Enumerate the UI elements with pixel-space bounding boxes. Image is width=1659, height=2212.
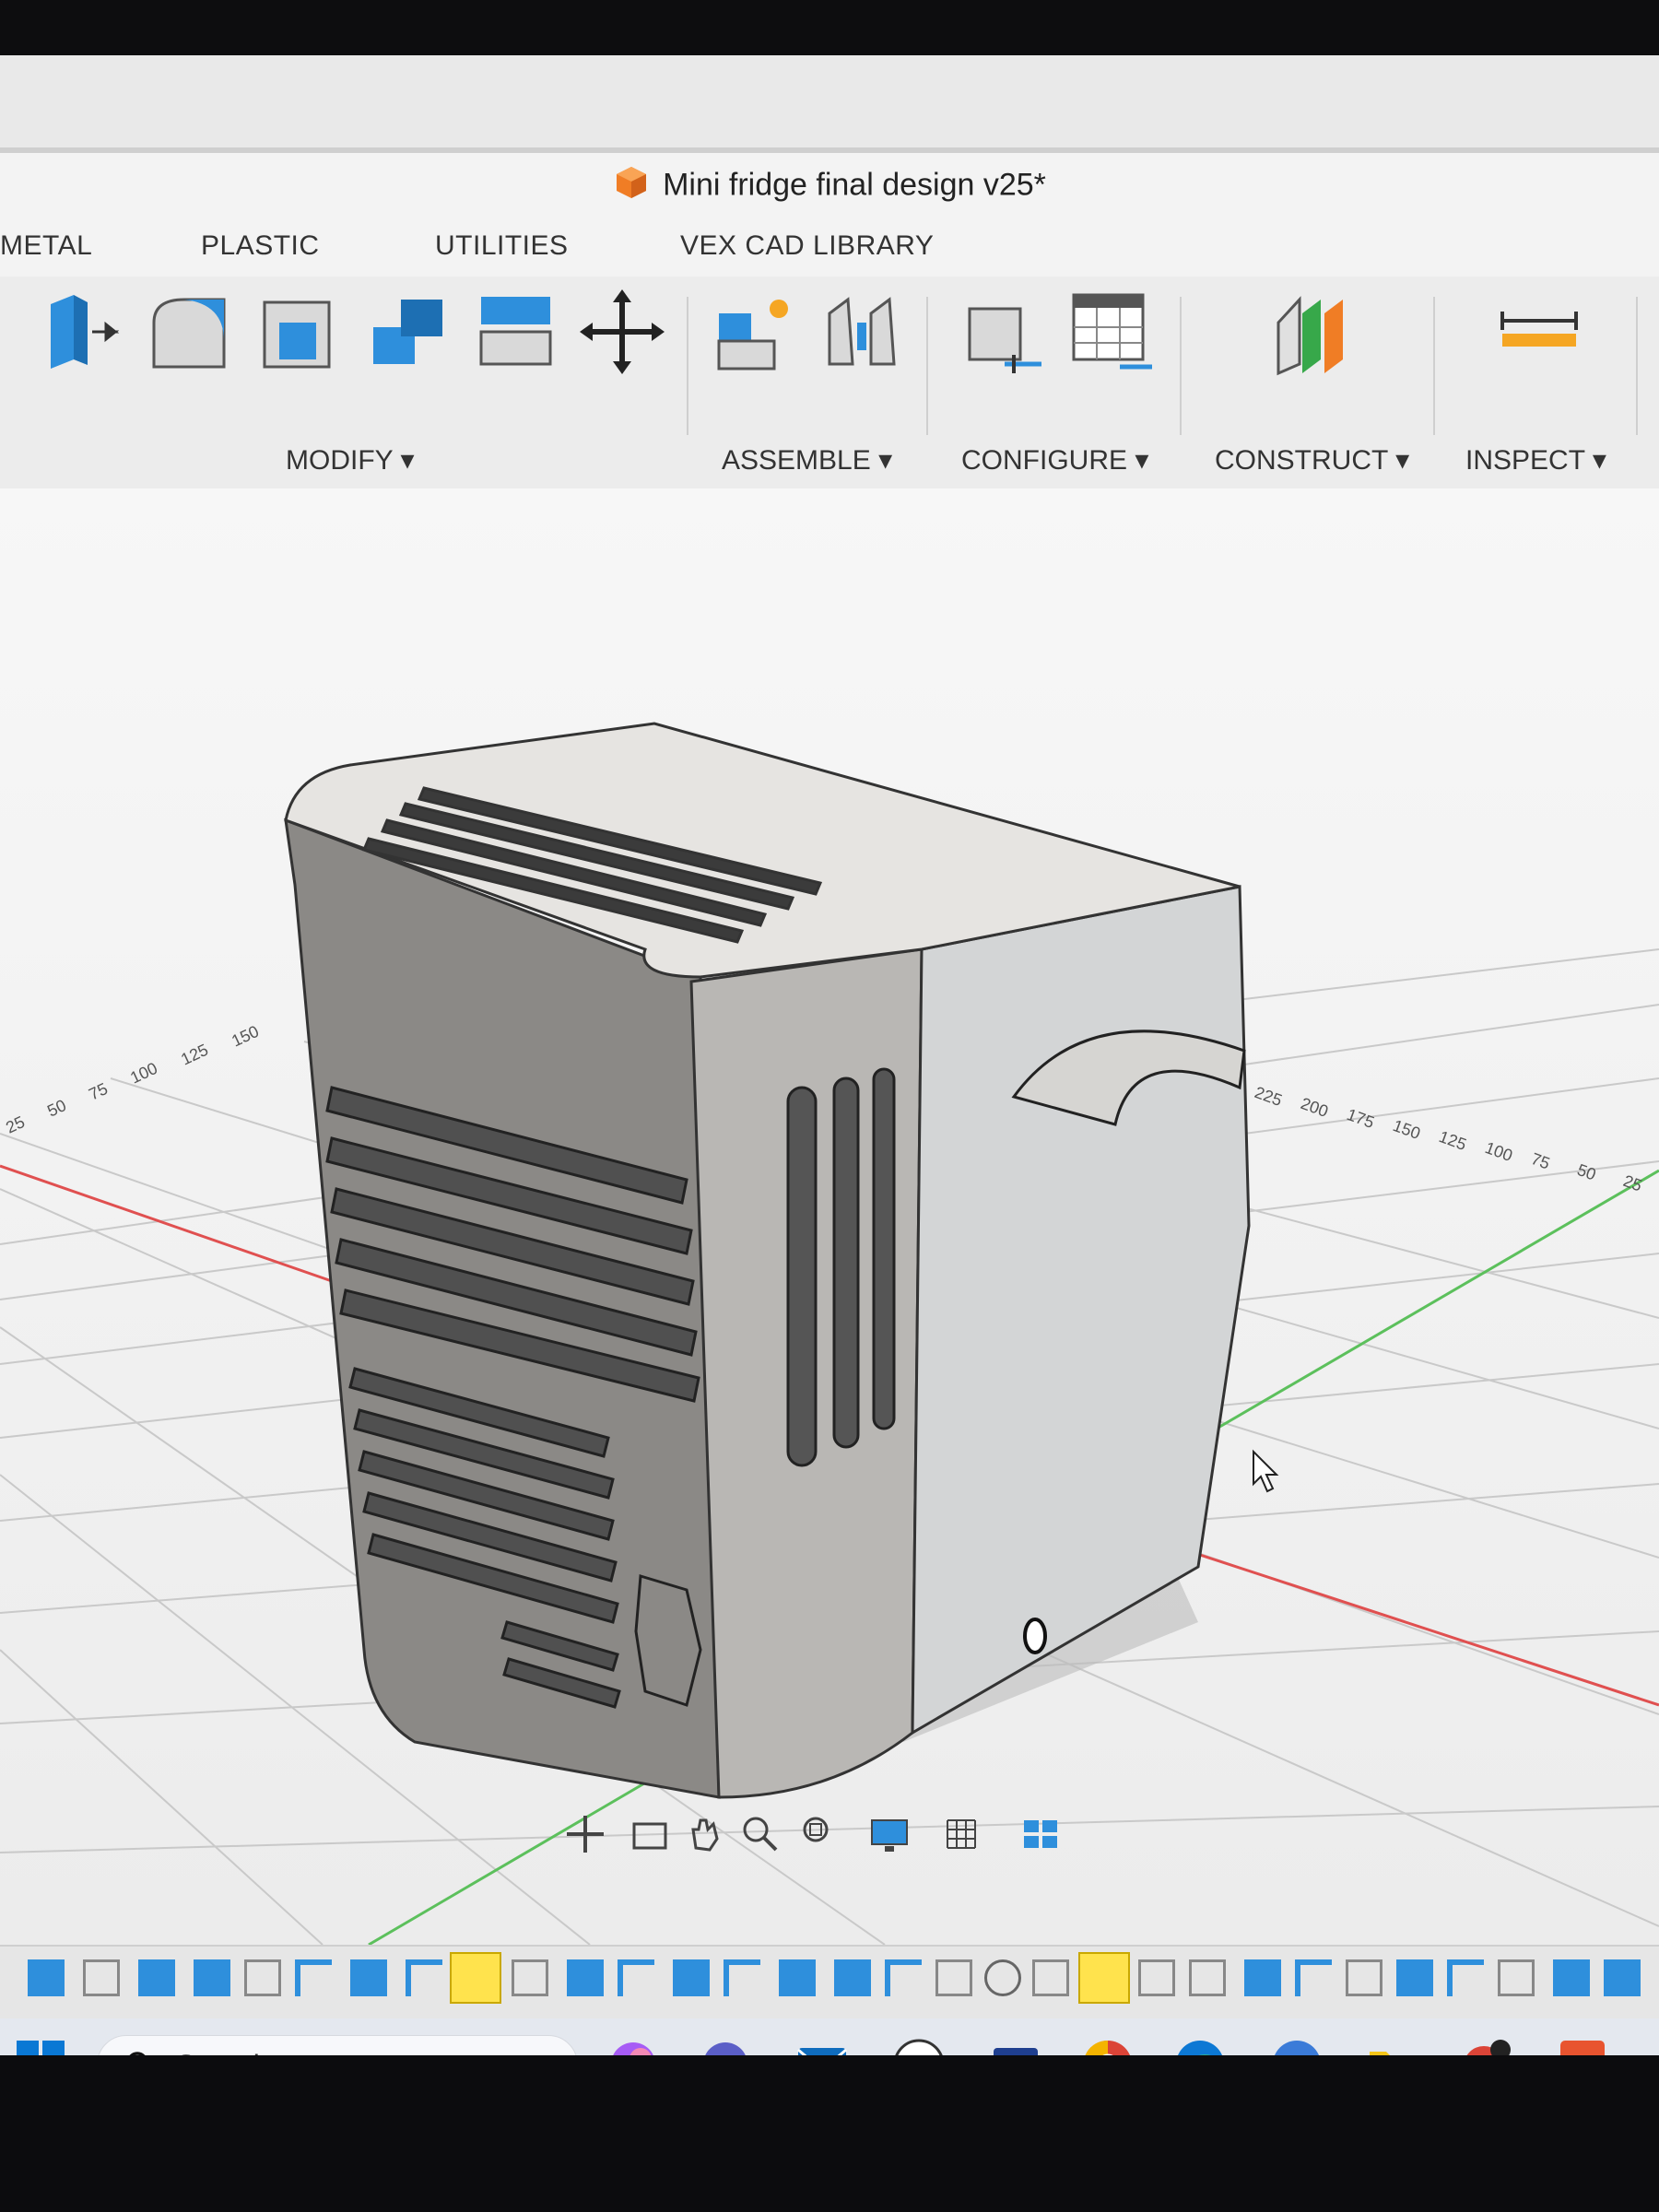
- timeline-sketch[interactable]: [935, 1959, 972, 1996]
- timeline-selected-sketch[interactable]: [450, 1952, 501, 2004]
- fillet-icon[interactable]: [143, 286, 235, 378]
- timeline-feature[interactable]: [1447, 1959, 1484, 1996]
- timeline-feature[interactable]: [138, 1959, 175, 1996]
- timeline-feature[interactable]: [1553, 1959, 1590, 1996]
- ruler-label: 75: [1529, 1149, 1553, 1173]
- timeline-sketch[interactable]: [512, 1959, 548, 1996]
- orbit-icon[interactable]: [562, 1811, 608, 1857]
- ruler-label: 150: [1391, 1116, 1423, 1143]
- tab-plastic[interactable]: PLASTIC: [201, 230, 320, 262]
- ruler-label: 50: [44, 1096, 69, 1121]
- toolbar-separator: [1433, 297, 1435, 435]
- fit-zoom-icon[interactable]: [797, 1811, 843, 1857]
- timeline-sketch[interactable]: [1032, 1959, 1069, 1996]
- configure-part-icon[interactable]: [959, 286, 1051, 378]
- offset-plane-icon[interactable]: [1267, 286, 1359, 378]
- measure-icon[interactable]: [1493, 286, 1585, 378]
- ruler-label: 100: [127, 1059, 160, 1088]
- timeline-feature[interactable]: [406, 1959, 442, 1996]
- modify-menu[interactable]: MODIFY ▾: [286, 444, 415, 477]
- x-axis-line: [0, 1164, 333, 1283]
- timeline-feature[interactable]: [194, 1959, 230, 1996]
- tab-metal[interactable]: METAL: [0, 230, 92, 262]
- toolbar-separator: [687, 297, 688, 435]
- new-component-icon[interactable]: [710, 286, 802, 378]
- ruler-label: 225: [1253, 1083, 1285, 1110]
- timeline-feature[interactable]: [673, 1959, 710, 1996]
- side-vents: [786, 1067, 896, 1467]
- navigation-bar: [553, 1802, 1088, 1866]
- grid-settings-icon[interactable]: [940, 1811, 986, 1857]
- display-settings-icon[interactable]: [866, 1811, 912, 1857]
- look-at-icon[interactable]: [627, 1811, 673, 1857]
- toolbar-separator: [1636, 297, 1638, 435]
- shell-icon[interactable]: [253, 286, 346, 378]
- timeline-sketch[interactable]: [1138, 1959, 1175, 1996]
- tab-vex-cad-library[interactable]: VEX CAD LIBRARY: [680, 230, 934, 262]
- inspect-menu[interactable]: INSPECT ▾: [1465, 444, 1606, 477]
- drain-hole: [1023, 1618, 1047, 1654]
- toolbar-separator: [926, 297, 928, 435]
- fridge-right-face: [911, 885, 1251, 1735]
- document-title-text: Mini fridge final design v25*: [663, 167, 1046, 203]
- 3d-viewport[interactable]: 25 50 75 100 125 150 225 200 175 150 125…: [0, 488, 1659, 1945]
- timeline-feature[interactable]: [295, 1959, 332, 1996]
- move-copy-icon[interactable]: [576, 286, 668, 378]
- screen: Mini fridge final design v25* METAL PLAS…: [0, 55, 1659, 2083]
- ruler-left: 25 50 75 100 125 150: [3, 1022, 262, 1137]
- pan-hand-icon[interactable]: [682, 1811, 728, 1857]
- combine-icon[interactable]: [364, 286, 456, 378]
- timeline-feature[interactable]: [618, 1959, 654, 1996]
- ruler-label: 50: [1575, 1160, 1599, 1184]
- viewports-icon[interactable]: [1018, 1811, 1065, 1857]
- timeline-feature[interactable]: [350, 1959, 387, 1996]
- construct-menu[interactable]: CONSTRUCT ▾: [1215, 444, 1409, 477]
- ruler-label: 125: [178, 1041, 211, 1069]
- timeline-sketch[interactable]: [1189, 1959, 1226, 1996]
- ruler-label: 25: [3, 1112, 28, 1137]
- timeline-feature[interactable]: [1396, 1959, 1433, 1996]
- ruler-label: 150: [229, 1022, 262, 1051]
- replace-face-icon[interactable]: [470, 286, 562, 378]
- configuration-table-icon[interactable]: [1065, 286, 1157, 378]
- timeline-feature[interactable]: [885, 1959, 922, 1996]
- zoom-icon[interactable]: [737, 1811, 783, 1857]
- document-cube-icon: [613, 164, 650, 209]
- viewport-canvas[interactable]: 25 50 75 100 125 150 225 200 175 150 125…: [0, 488, 1659, 1945]
- ruler-right: 225 200 175 150 125 100 75 50 25: [1253, 1083, 1645, 1195]
- assemble-menu[interactable]: ASSEMBLE ▾: [722, 444, 892, 477]
- timeline-sketch[interactable]: [244, 1959, 281, 1996]
- timeline-feature[interactable]: [834, 1959, 871, 1996]
- timeline-sketch[interactable]: [1346, 1959, 1382, 1996]
- x-axis-line: [1151, 1537, 1659, 1707]
- ruler-label: 200: [1299, 1094, 1331, 1121]
- timeline-feature[interactable]: [567, 1959, 604, 1996]
- timeline-feature[interactable]: [28, 1959, 65, 1996]
- ruler-label: 75: [86, 1079, 111, 1104]
- timeline-sketch[interactable]: [83, 1959, 120, 1996]
- timeline-selected-joint[interactable]: [1078, 1952, 1130, 2004]
- timeline-bar: [0, 1945, 1659, 2020]
- timeline-sketch[interactable]: [1498, 1959, 1535, 1996]
- toolbar-tabs: METAL PLASTIC UTILITIES VEX CAD LIBRARY: [0, 230, 1659, 276]
- timeline-feature[interactable]: [984, 1959, 1021, 1996]
- timeline-feature[interactable]: [1604, 1959, 1641, 1996]
- timeline-feature[interactable]: [779, 1959, 816, 1996]
- toolbar-separator: [1180, 297, 1182, 435]
- timeline-feature[interactable]: [1244, 1959, 1281, 1996]
- document-title: Mini fridge final design v25*: [0, 164, 1659, 209]
- tab-utilities[interactable]: UTILITIES: [435, 230, 569, 262]
- timeline-feature[interactable]: [1295, 1959, 1332, 1996]
- toolbar-ribbon: MODIFY ▾ ASSEMBLE ▾ CONFIGURE ▾ CONSTRUC…: [0, 276, 1659, 488]
- mouse-cursor-icon: [1253, 1449, 1279, 1493]
- timeline-feature[interactable]: [724, 1959, 760, 1996]
- press-pull-icon[interactable]: [37, 286, 129, 378]
- configure-menu[interactable]: CONFIGURE ▾: [961, 444, 1148, 477]
- joint-icon[interactable]: [816, 286, 908, 378]
- ruler-label: 100: [1483, 1138, 1515, 1165]
- ruler-label: 125: [1437, 1127, 1469, 1154]
- app-title-bar: [0, 55, 1659, 153]
- monitor-bezel: [0, 2055, 1659, 2212]
- ruler-label: 175: [1345, 1105, 1377, 1132]
